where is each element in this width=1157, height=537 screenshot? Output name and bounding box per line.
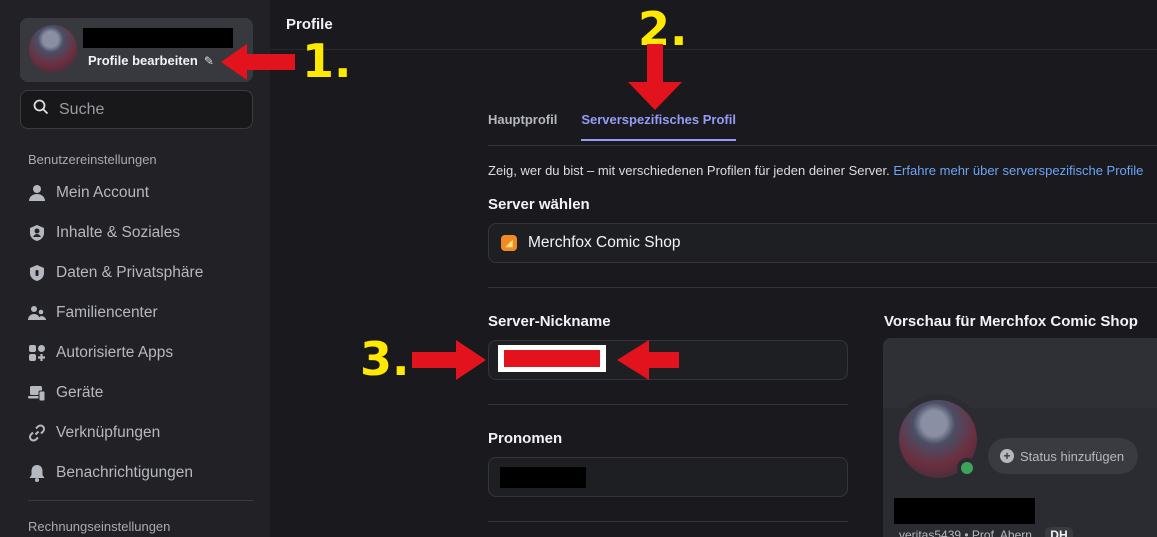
sidebar-item-label: Familiencenter xyxy=(56,304,158,321)
sidebar-item-family[interactable]: Familiencenter xyxy=(28,301,158,325)
tab-main-profile[interactable]: Hauptprofil xyxy=(488,112,557,141)
server-select-dropdown[interactable]: ◢ Merchfox Comic Shop xyxy=(488,223,1157,263)
section-title-billing: Rechnungseinstellungen xyxy=(28,519,171,534)
add-status-button[interactable]: + Status hinzufügen xyxy=(988,438,1139,474)
sidebar-item-account[interactable]: Mein Account xyxy=(28,181,149,205)
avatar xyxy=(29,25,77,73)
sidebar-item-label: Autorisierte Apps xyxy=(56,344,174,361)
page-title: Profile xyxy=(286,16,333,33)
shield-lock-icon xyxy=(28,264,46,282)
sidebar-item-privacy[interactable]: Daten & Privatsphäre xyxy=(28,261,203,285)
server-select-label: Server wählen xyxy=(488,196,590,213)
edit-profile-button[interactable]: Profile bearbeiten ✎ xyxy=(88,53,214,68)
edit-profile-label: Profile bearbeiten xyxy=(88,53,198,68)
tabs-divider xyxy=(488,145,1157,146)
settings-sidebar: Profile bearbeiten ✎ Suche Benutzereinst… xyxy=(0,0,270,537)
search-icon xyxy=(33,99,49,120)
annotation-arrow-2 xyxy=(628,44,682,110)
section-divider xyxy=(488,404,848,405)
main-content: Profile Hauptprofil Serverspezifisches P… xyxy=(270,0,1157,537)
family-icon xyxy=(28,304,46,322)
server-icon: ◢ xyxy=(501,235,517,251)
nickname-redacted xyxy=(498,345,606,372)
sidebar-item-label: Verknüpfungen xyxy=(56,424,161,441)
description-text: Zeig, wer du bist – mit verschiedenen Pr… xyxy=(488,163,890,178)
badge-dh: DH xyxy=(1045,527,1073,537)
annotation-number-1: 1. xyxy=(302,34,352,88)
apps-icon xyxy=(28,344,46,362)
annotation-number-3: 3. xyxy=(360,332,410,386)
preview-username: veritas5439 • Prof. Abern xyxy=(899,528,1032,537)
sidebar-item-label: Inhalte & Soziales xyxy=(56,224,181,241)
add-status-label: Status hinzufügen xyxy=(1020,448,1125,464)
pronouns-redacted xyxy=(500,467,586,488)
learn-more-link[interactable]: Erfahre mehr über serverspezifische Prof… xyxy=(893,163,1143,178)
description: Zeig, wer du bist – mit verschiedenen Pr… xyxy=(488,163,1143,178)
preview-subtext: veritas5439 • Prof. Abern DH xyxy=(899,527,1073,537)
sidebar-item-label: Geräte xyxy=(56,384,104,401)
top-bar: Profile xyxy=(270,0,1157,50)
shield-user-icon xyxy=(28,224,46,242)
section-divider xyxy=(488,521,848,522)
sidebar-item-label: Daten & Privatsphäre xyxy=(56,264,204,281)
devices-icon xyxy=(28,384,46,402)
pencil-icon: ✎ xyxy=(203,53,214,68)
sidebar-item-connections[interactable]: Verknüpfungen xyxy=(28,421,160,445)
username-redacted xyxy=(83,28,233,48)
link-icon xyxy=(28,424,46,442)
bell-icon xyxy=(28,464,46,482)
selected-server: Merchfox Comic Shop xyxy=(528,234,681,251)
sidebar-item-devices[interactable]: Geräte xyxy=(28,381,103,405)
profile-card[interactable]: Profile bearbeiten ✎ xyxy=(20,18,253,82)
pronouns-label: Pronomen xyxy=(488,430,563,447)
nickname-label: Server-Nickname xyxy=(488,313,611,330)
preview-label: Vorschau für Merchfox Comic Shop xyxy=(884,313,1138,330)
section-title-user-settings: Benutzereinstellungen xyxy=(28,152,157,167)
profile-preview-card: + Status hinzufügen veritas5439 • Prof. … xyxy=(883,338,1157,537)
person-icon xyxy=(28,184,46,202)
search-input[interactable]: Suche xyxy=(20,90,253,129)
profile-tabs: Hauptprofil Serverspezifisches Profil xyxy=(488,112,736,141)
search-placeholder: Suche xyxy=(59,100,105,118)
online-status-icon xyxy=(957,458,977,478)
sidebar-item-label: Mein Account xyxy=(56,184,150,201)
preview-name-redacted xyxy=(894,498,1035,524)
sidebar-item-authorized-apps[interactable]: Autorisierte Apps xyxy=(28,341,173,365)
annotation-arrow-1 xyxy=(221,44,295,80)
annotation-arrow-3-left xyxy=(412,340,486,380)
plus-icon: + xyxy=(1000,449,1014,463)
sidebar-item-notifications[interactable]: Benachrichtigungen xyxy=(28,461,193,485)
sidebar-item-label: Benachrichtigungen xyxy=(56,464,194,481)
sidebar-item-content-social[interactable]: Inhalte & Soziales xyxy=(28,221,180,245)
section-divider xyxy=(488,287,1157,288)
annotation-arrow-3-right xyxy=(617,340,679,380)
sidebar-divider xyxy=(28,500,253,501)
tab-server-profile[interactable]: Serverspezifisches Profil xyxy=(581,112,736,141)
